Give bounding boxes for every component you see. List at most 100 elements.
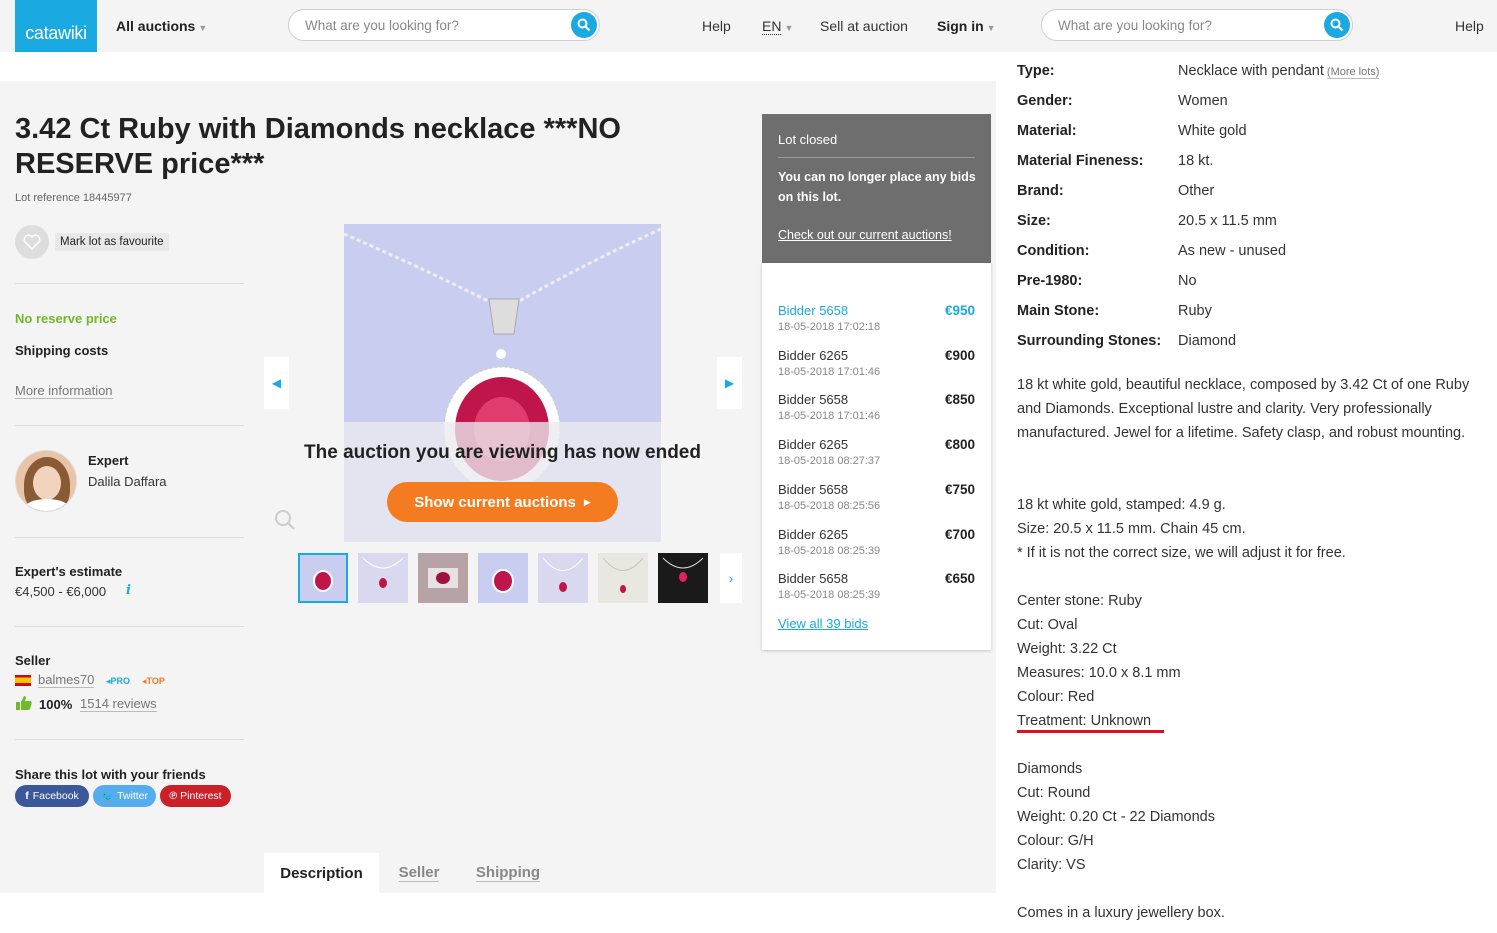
previous-image-button[interactable]: ◀ [264, 357, 289, 409]
lot-reference: Lot reference 18445977 [15, 192, 132, 204]
spec-value: Necklace with pendant (More lots) [1178, 63, 1380, 79]
spec-value: As new - unused [1178, 243, 1287, 259]
description-line: Center stone: Ruby [1017, 593, 1142, 609]
bid-row: Bidder 6265 18-05-2018 08:25:39 €700 [778, 527, 975, 557]
description-line: Measures: 10.0 x 8.1 mm [1017, 665, 1181, 681]
chevron-down-icon: ▼ [986, 23, 996, 33]
auction-ended-message: The auction you are viewing has now ende… [304, 442, 701, 463]
thumbnail[interactable] [358, 553, 408, 603]
info-icon[interactable]: i [126, 583, 131, 598]
favourite-label[interactable]: Mark lot as favourite [55, 233, 169, 251]
seller-name-link[interactable]: balmes70 [38, 673, 95, 688]
description-line: Clarity: VS [1017, 857, 1086, 873]
spec-key: Main Stone: [1017, 303, 1100, 319]
help-link-right[interactable]: Help [1455, 18, 1484, 34]
view-all-bids-link[interactable]: View all 39 bids [778, 616, 868, 631]
pinterest-share-button[interactable]: ℗ Pinterest [160, 785, 231, 807]
zoom-icon[interactable] [273, 508, 297, 532]
thumbnail[interactable] [418, 553, 468, 603]
rating-percentage: 100% [39, 697, 73, 712]
divider [15, 626, 244, 627]
current-auctions-link[interactable]: Check out our current auctions! [778, 228, 952, 242]
spec-key: Material Fineness: [1017, 153, 1144, 169]
next-thumbnails-button[interactable]: › [720, 553, 742, 603]
pro-badge: ◂PRO [106, 676, 131, 686]
description-line: Size: 20.5 x 11.5 mm. Chain 45 cm. [1017, 521, 1246, 537]
tab-seller[interactable]: Seller [385, 853, 453, 893]
divider [15, 425, 244, 426]
description-line: Cut: Oval [1017, 617, 1078, 633]
necklace-thumbnail-image [428, 568, 458, 588]
more-information-link[interactable]: More information [15, 383, 113, 399]
description-line: Weight: 0.20 Ct - 22 Diamonds [1017, 809, 1215, 825]
expert-label: Expert [88, 453, 129, 468]
search-input[interactable]: What are you looking for? [288, 9, 600, 41]
description-line: Diamonds [1017, 761, 1083, 777]
expert-name: Dalila Daffara [88, 474, 167, 489]
highlight-underline [1017, 730, 1164, 733]
more-lots-link[interactable]: (More lots) [1326, 66, 1380, 79]
spec-value: White gold [1178, 123, 1247, 139]
description-line: 18 kt white gold, stamped: 4.9 g. [1017, 497, 1226, 513]
catawiki-logo[interactable]: catawiki [15, 0, 97, 52]
all-auctions-menu[interactable]: All auctions ▼ [116, 18, 207, 34]
necklace-thumbnail-image [362, 557, 404, 588]
spec-key: Pre-1980: [1017, 273, 1083, 289]
description-line: Colour: G/H [1017, 833, 1094, 849]
twitter-share-button[interactable]: 🐦 Twitter [93, 785, 156, 807]
chevron-right-icon: › [728, 570, 734, 586]
expert-avatar [15, 450, 77, 512]
tab-shipping[interactable]: Shipping [463, 853, 553, 893]
spec-key: Size: [1017, 213, 1051, 229]
lot-status: Lot closed [778, 132, 838, 147]
thumbnail[interactable] [298, 553, 348, 603]
bid-row: Bidder 6265 18-05-2018 17:01:46 €900 [778, 348, 975, 378]
thumbnail[interactable] [658, 553, 708, 603]
pinterest-icon: ℗ [169, 790, 178, 802]
thumbnail[interactable] [478, 553, 528, 603]
thumbnail[interactable] [538, 553, 588, 603]
favourite-button[interactable] [15, 225, 49, 259]
search-placeholder: What are you looking for? [305, 18, 459, 33]
spec-key: Surrounding Stones: [1017, 333, 1162, 349]
next-image-button[interactable]: ▶ [717, 357, 742, 409]
search-button[interactable] [1324, 12, 1350, 38]
sell-at-auction-link[interactable]: Sell at auction [820, 18, 908, 34]
spec-value: 18 kt. [1178, 153, 1214, 169]
reviews-link[interactable]: 1514 reviews [80, 697, 157, 712]
necklace-thumbnail-image [602, 557, 644, 593]
sign-in-menu[interactable]: Sign in ▼ [937, 18, 996, 34]
estimate-value: €4,500 - €6,000 [15, 584, 107, 599]
facebook-icon: f [25, 790, 29, 802]
lot-closed-panel: Lot closed You can no longer place any b… [762, 114, 991, 263]
spec-key: Brand: [1017, 183, 1064, 199]
thumbs-up-icon [16, 696, 32, 710]
spec-key: Gender: [1017, 93, 1073, 109]
show-current-auctions-button[interactable]: Show current auctions ▶ [387, 482, 618, 522]
tab-description[interactable]: Description [264, 853, 379, 893]
lot-title: 3.42 Ct Ruby with Diamonds necklace ***N… [15, 113, 621, 180]
description-line: Comes in a luxury jewellery box. [1017, 905, 1225, 921]
bid-row: Bidder 5658 18-05-2018 08:25:39 €650 [778, 571, 975, 601]
spec-value: Women [1178, 93, 1228, 109]
bid-row: Bidder 5658 18-05-2018 17:01:46 €850 [778, 392, 975, 422]
spec-key: Condition: [1017, 243, 1090, 259]
necklace-thumbnail-image [492, 569, 514, 593]
spec-value: Ruby [1178, 303, 1212, 319]
help-link[interactable]: Help [702, 18, 731, 34]
spec-value: Diamond [1178, 333, 1237, 349]
facebook-share-button[interactable]: f Facebook [15, 785, 89, 807]
spain-flag-icon [15, 675, 31, 686]
seller-label: Seller [15, 653, 51, 668]
divider [15, 283, 244, 284]
heart-icon [23, 234, 41, 250]
search-button[interactable] [571, 12, 597, 38]
bid-row: Bidder 6265 18-05-2018 08:27:37 €800 [778, 437, 975, 467]
search-input-right[interactable]: What are you looking for? [1041, 9, 1353, 41]
chevron-down-icon: ▼ [784, 23, 794, 33]
search-icon [577, 18, 591, 32]
top-badge: ◂TOP [142, 676, 165, 686]
chevron-down-icon: ▼ [198, 23, 208, 33]
thumbnail[interactable] [598, 553, 648, 603]
language-select[interactable]: EN ▼ [762, 18, 794, 35]
